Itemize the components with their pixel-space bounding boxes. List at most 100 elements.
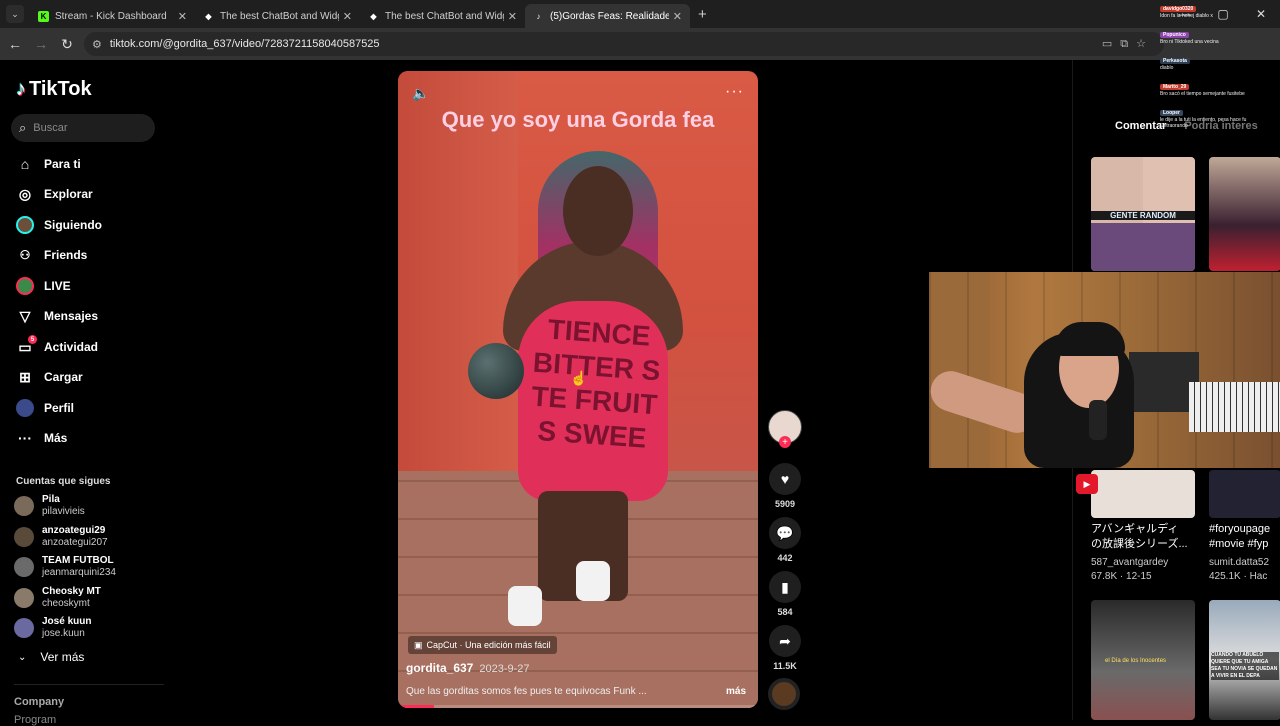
nav-item-mas[interactable]: ··· Más <box>16 426 67 450</box>
bookmark-icon: ▮ <box>769 571 801 603</box>
url-text[interactable]: tiktok.com/@gordita_637/video/7283721158… <box>110 38 380 50</box>
comment-action[interactable]: 💬 442 <box>769 517 801 563</box>
following-account[interactable]: José kuun jose.kuun <box>14 616 91 640</box>
more-description-link[interactable]: más <box>726 686 746 697</box>
nav-label: Más <box>44 431 68 445</box>
nav-item-mensajes[interactable]: ▽ Mensajes <box>16 304 98 328</box>
video-progress-bar[interactable] <box>398 705 758 708</box>
like-action[interactable]: ♥ 5909 <box>769 463 801 509</box>
author-handle[interactable]: gordita_637 <box>406 661 473 675</box>
video-thumbnail[interactable] <box>1209 470 1280 518</box>
nav-label: Cargar <box>44 370 83 384</box>
following-section-title: Cuentas que sigues <box>16 476 111 487</box>
volume-icon[interactable]: 🔈 <box>412 85 429 102</box>
close-tab-icon[interactable]: ✕ <box>343 10 352 23</box>
new-tab-button[interactable]: + <box>698 6 707 23</box>
video-player[interactable]: TIENCE BITTER S TE FRUIT S SWEE Que yo s… <box>398 71 758 708</box>
account-handle: jeanmarquini234 <box>42 567 116 578</box>
video-thumbnail[interactable]: el Día de los Inocentes <box>1091 600 1195 720</box>
tab-search-dropdown[interactable]: ⌄ <box>6 5 24 23</box>
friends-icon: ⚇ <box>19 248 31 262</box>
upload-icon: ⊞ <box>19 368 31 385</box>
company-link[interactable]: Company <box>14 696 64 708</box>
browser-tab-botrix-1[interactable]: ◆ The best ChatBot and Widgets f ✕ <box>195 4 360 28</box>
following-avatar-icon <box>16 216 34 234</box>
following-account[interactable]: TEAM FUTBOL jeanmarquini234 <box>14 555 116 579</box>
following-account[interactable]: Pila pilavivieis <box>14 494 85 518</box>
save-action[interactable]: ▮ 584 <box>769 571 801 617</box>
chat-message: Popunico Bro ni Tiktoked una vecina <box>1160 32 1264 45</box>
video-stats: 67.8K · 12-15 <box>1091 571 1152 582</box>
chat-message: Looper le dije a la tuti la entiento, pe… <box>1160 110 1264 129</box>
browser-tab-tiktok[interactable]: ♪ (5)Gordas Feas: Realidades y Est ✕ <box>525 4 690 28</box>
nav-item-cargar[interactable]: ⊞ Cargar <box>16 365 83 389</box>
capcut-label[interactable]: ▣ CapCut · Una edición más fácil <box>408 636 557 654</box>
share-action[interactable]: ➦ 11.5K <box>769 625 801 671</box>
thumbnail-image <box>1091 223 1195 271</box>
browser-tab-kick[interactable]: K Stream - Kick Dashboard ✕ <box>30 4 195 28</box>
video-thumbnail[interactable] <box>1091 470 1195 518</box>
profile-avatar-icon <box>16 399 34 417</box>
video-thumbnail[interactable]: CUANDO TU ABUELO QUIERE QUE TU AMIGA SEA… <box>1209 600 1280 720</box>
nav-item-explorar[interactable]: ◎ Explorar <box>16 182 93 206</box>
tab-title: The best ChatBot and Widgets f <box>385 10 504 22</box>
kick-icon: K <box>38 10 49 22</box>
following-account[interactable]: Cheosky MT cheoskymt <box>14 586 101 610</box>
chat-text: Idon fa la hehej diablo x <box>1160 13 1213 19</box>
chat-username: davidgo0320 <box>1160 6 1197 12</box>
nav-item-para-ti[interactable]: ⌂ Para ti <box>16 152 81 176</box>
video-title[interactable]: アバンギャルディの放課後シリーズ... <box>1091 522 1189 552</box>
youtube-icon: ▶ <box>1076 474 1098 494</box>
nav-item-perfil[interactable]: Perfil <box>16 396 74 420</box>
follow-plus-icon[interactable]: + <box>779 436 791 448</box>
activity-icon: ▭ 5 <box>16 335 37 356</box>
more-dots-icon: ··· <box>18 430 32 446</box>
nav-label: LIVE <box>44 279 71 293</box>
omnibox-tools-icon[interactable]: ▭⧉☆ <box>1102 37 1154 51</box>
chat-text: Bro ni Tiktoked una vecina <box>1160 39 1219 45</box>
account-handle: jose.kuun <box>42 628 85 639</box>
omnibox[interactable]: ⚙ tiktok.com/@gordita_637/video/72837211… <box>84 32 1164 56</box>
chat-username: Popunico <box>1160 32 1189 38</box>
address-bar-row: ← → ↻ ⚙ tiktok.com/@gordita_637/video/72… <box>0 28 1280 60</box>
see-more-button[interactable]: ⌄ Ver más <box>18 650 84 664</box>
video-author[interactable]: 587_avantgardey <box>1091 557 1168 568</box>
nav-item-actividad[interactable]: ▭ 5 Actividad <box>16 335 98 359</box>
program-link[interactable]: Program <box>14 714 56 726</box>
video-caption-overlay: Que yo soy una Gorda fea <box>441 107 715 132</box>
comment-count: 442 <box>777 553 793 563</box>
more-options-icon[interactable]: ··· <box>725 83 744 101</box>
forward-button[interactable]: → <box>28 36 54 52</box>
account-name: anzoategui29 <box>42 525 106 536</box>
nav-label: Mensajes <box>44 309 99 323</box>
tab-comments[interactable]: Comentar <box>1115 120 1166 132</box>
avatar <box>14 588 34 608</box>
back-button[interactable]: ← <box>2 36 28 52</box>
close-tab-icon[interactable]: ✕ <box>673 10 682 23</box>
avatar <box>14 527 34 547</box>
video-thumbnail[interactable]: GENTE RANDOM <box>1091 157 1195 271</box>
nav-label: Siguiendo <box>44 218 102 232</box>
tiktok-logo[interactable]: ♪ TikTok <box>16 78 92 101</box>
search-input[interactable] <box>33 122 134 134</box>
heart-icon: ♥ <box>769 463 801 495</box>
close-tab-icon[interactable]: ✕ <box>178 10 187 23</box>
video-title[interactable]: #foryoupage #movie #fyp <box>1209 522 1280 552</box>
music-disc-icon[interactable] <box>768 678 800 710</box>
comment-icon: 💬 <box>769 517 801 549</box>
following-account[interactable]: anzoategui29 anzoategui207 <box>14 525 108 549</box>
nav-item-siguiendo[interactable]: Siguiendo <box>16 213 102 237</box>
site-info-icon[interactable]: ⚙ <box>92 38 102 51</box>
video-author[interactable]: sumit.datta52 <box>1209 557 1269 568</box>
reload-button[interactable]: ↻ <box>54 36 80 53</box>
nav-item-friends[interactable]: ⚇ Friends <box>16 243 88 267</box>
like-count: 5909 <box>774 499 796 509</box>
close-tab-icon[interactable]: ✕ <box>508 10 517 23</box>
search-box[interactable]: ⌕ <box>11 114 155 142</box>
nav-item-live[interactable]: LIVE <box>16 274 71 298</box>
video-thumbnail[interactable] <box>1209 157 1280 271</box>
tiktok-sidebar: ♪ TikTok ⌕ ⌂ Para ti ◎ Explorar Siguiend… <box>0 60 170 726</box>
browser-tab-botrix-2[interactable]: ◆ The best ChatBot and Widgets f ✕ <box>360 4 525 28</box>
avatar <box>14 618 34 638</box>
tab-title: Stream - Kick Dashboard <box>55 10 167 22</box>
